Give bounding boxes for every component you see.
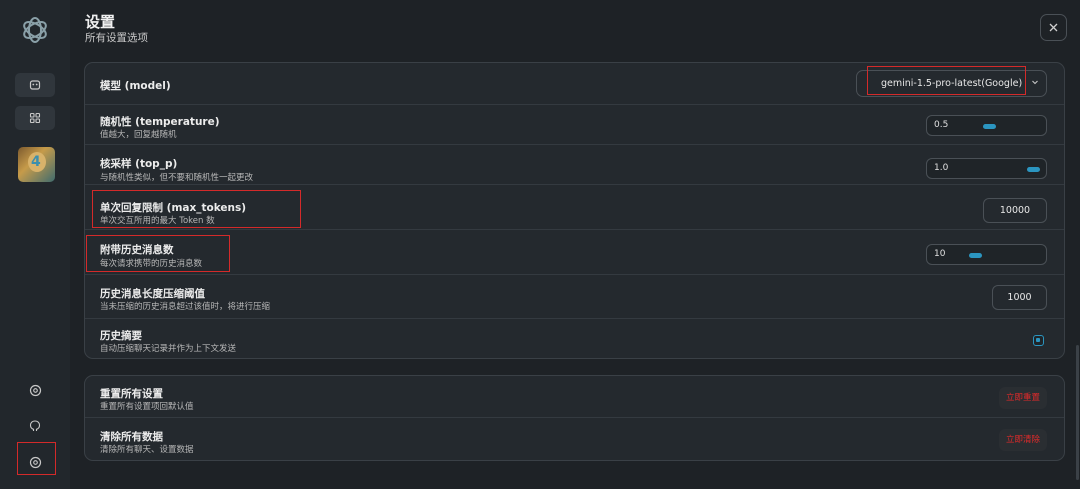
- setting-label: 单次回复限制 (max_tokens): [100, 202, 247, 214]
- slider-track: [959, 253, 1040, 258]
- setting-description: 单次交互所用的最大 Token 数: [100, 216, 215, 226]
- github-button[interactable]: [23, 414, 47, 438]
- setting-row-model: 模型 (model) gemini-1.5-pro-latest(Google): [85, 63, 1064, 105]
- slider-thumb[interactable]: [1027, 167, 1040, 172]
- openai-logo-icon: [19, 13, 51, 47]
- setting-label: 核采样 (top_p): [100, 158, 178, 170]
- setting-label: 模型 (model): [100, 80, 171, 92]
- page-subtitle: 所有设置选项: [85, 32, 148, 44]
- setting-row-compress-threshold: 历史消息长度压缩阈值 当未压缩的历史消息超过该值时，将进行压缩 1000: [85, 275, 1064, 319]
- model-select-value: gemini-1.5-pro-latest(Google): [881, 78, 1023, 89]
- chevron-down-icon: [1032, 80, 1038, 85]
- settings-icon: [29, 456, 41, 468]
- setting-description: 每次请求携带的历史消息数: [100, 259, 203, 269]
- setting-row-history-count: 附带历史消息数 每次请求携带的历史消息数 10: [85, 230, 1064, 275]
- setting-row-top-p: 核采样 (top_p) 与随机性类似，但不要和随机性一起更改 1.0: [85, 145, 1064, 185]
- reset-button[interactable]: 立即重置: [999, 387, 1047, 409]
- grid-icon: [29, 112, 41, 124]
- slider-thumb[interactable]: [969, 253, 982, 258]
- danger-panel: 重置所有设置 重置所有设置项回默认值 立即重置 清除所有数据 清除所有聊天、设置…: [84, 375, 1065, 461]
- temperature-slider[interactable]: 0.5: [926, 115, 1047, 136]
- setting-row-temperature: 随机性 (temperature) 值越大，回复越随机 0.5: [85, 105, 1064, 145]
- setting-row-max-tokens: 单次回复限制 (max_tokens) 单次交互所用的最大 Token 数 10…: [85, 185, 1064, 230]
- close-button[interactable]: [1040, 14, 1067, 41]
- setting-row-summary: 历史摘要 自动压缩聊天记录并作为上下文发送: [85, 319, 1064, 360]
- settings-nav-button[interactable]: [23, 450, 47, 474]
- setting-description: 自动压缩聊天记录并作为上下文发送: [100, 344, 237, 354]
- max-tokens-input[interactable]: 10000: [983, 198, 1047, 223]
- setting-label: 重置所有设置: [100, 388, 163, 400]
- settings-panel: 模型 (model) gemini-1.5-pro-latest(Google)…: [84, 62, 1065, 359]
- page-title: 设置: [85, 13, 116, 31]
- clear-button[interactable]: 立即清除: [999, 429, 1047, 451]
- history-count-slider[interactable]: 10: [926, 244, 1047, 265]
- mask-button[interactable]: [15, 73, 55, 97]
- setting-description: 值越大，回复越随机: [100, 130, 177, 140]
- setting-label: 清除所有数据: [100, 431, 163, 443]
- setting-label: 历史摘要: [100, 330, 142, 342]
- model-select[interactable]: gemini-1.5-pro-latest(Google): [856, 70, 1047, 97]
- compress-threshold-input[interactable]: 1000: [992, 285, 1047, 310]
- setting-label: 历史消息长度压缩阈值: [100, 288, 205, 300]
- plugin-button[interactable]: [15, 106, 55, 130]
- settings-icon: [29, 384, 41, 396]
- slider-thumb[interactable]: [983, 124, 996, 129]
- summary-checkbox[interactable]: [1033, 335, 1044, 346]
- scrollbar[interactable]: [1076, 345, 1079, 480]
- settings-button[interactable]: [23, 378, 47, 402]
- slider-value: 1.0: [934, 163, 949, 173]
- close-icon: [1049, 23, 1058, 32]
- setting-description: 当未压缩的历史消息超过该值时，将进行压缩: [100, 302, 271, 312]
- setting-label: 随机性 (temperature): [100, 116, 220, 128]
- setting-description: 与随机性类似，但不要和随机性一起更改: [100, 173, 254, 183]
- setting-row-reset: 重置所有设置 重置所有设置项回默认值 立即重置: [85, 376, 1064, 418]
- slider-value: 10: [934, 249, 946, 259]
- chat-avatar[interactable]: 4: [18, 147, 55, 182]
- slider-value: 0.5: [934, 120, 949, 130]
- setting-row-clear: 清除所有数据 清除所有聊天、设置数据 立即清除: [85, 418, 1064, 462]
- sidebar: 4: [0, 0, 70, 489]
- avatar-badge: 4: [31, 154, 41, 170]
- setting-description: 清除所有聊天、设置数据: [100, 445, 194, 455]
- slider-track: [959, 167, 1040, 172]
- top-p-slider[interactable]: 1.0: [926, 158, 1047, 179]
- mask-icon: [29, 80, 41, 90]
- setting-description: 重置所有设置项回默认值: [100, 402, 194, 412]
- github-icon: [29, 420, 41, 431]
- slider-track: [959, 124, 1040, 129]
- setting-label: 附带历史消息数: [100, 244, 174, 256]
